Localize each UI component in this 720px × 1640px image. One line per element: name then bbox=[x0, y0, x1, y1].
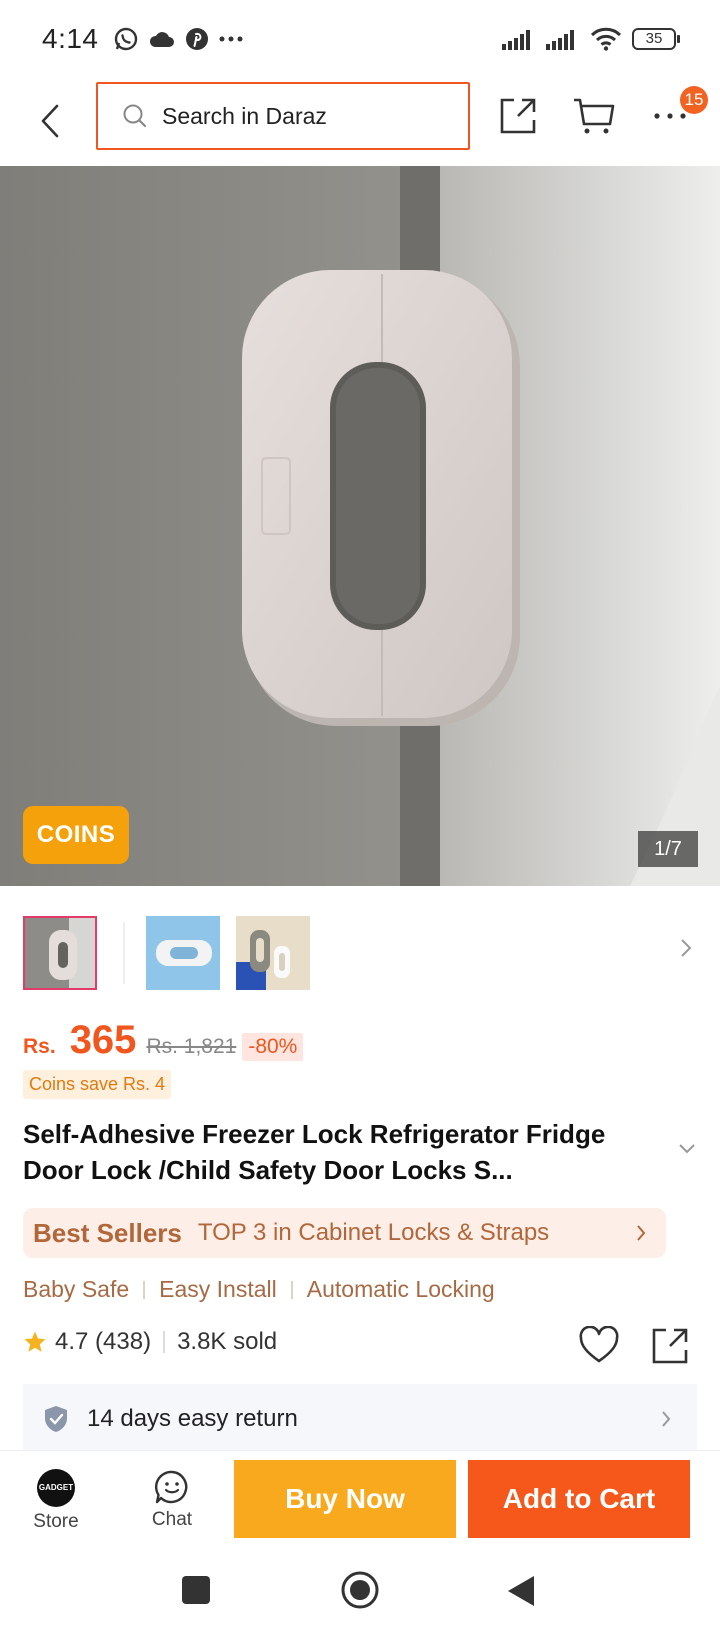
product-image-gallery[interactable]: COINS 1/7 bbox=[0, 166, 720, 886]
status-left-icons bbox=[113, 26, 243, 52]
pinterest-icon bbox=[185, 28, 208, 50]
chevron-right-icon bbox=[681, 939, 692, 957]
status-bar: 4:14 35 bbox=[0, 0, 720, 78]
store-button[interactable]: GADGET Store bbox=[16, 1469, 96, 1533]
bottom-action-bar: GADGET Store Chat Buy Now Add to Cart bbox=[0, 1450, 720, 1550]
tag-divider bbox=[143, 1280, 146, 1299]
recents-button[interactable] bbox=[180, 1574, 212, 1611]
best-sellers-rank: TOP 3 in Cabinet Locks & Straps bbox=[197, 1219, 550, 1246]
chat-button[interactable]: Chat bbox=[132, 1469, 212, 1531]
whatsapp-icon bbox=[114, 27, 137, 51]
cart-icon bbox=[574, 98, 615, 134]
thumbnail-3[interactable] bbox=[236, 916, 310, 990]
rating-divider bbox=[163, 1331, 166, 1353]
return-policy-row[interactable]: 14 days easy return bbox=[23, 1384, 697, 1454]
original-price: Rs. 1,821 bbox=[146, 1035, 237, 1058]
feature-tags: Baby Safe Easy Install Automatic Locking bbox=[23, 1276, 495, 1303]
share-icon bbox=[652, 1328, 688, 1364]
shield-check-icon bbox=[45, 1406, 67, 1432]
buy-now-button[interactable]: Buy Now bbox=[234, 1460, 456, 1538]
home-button[interactable] bbox=[340, 1570, 380, 1615]
return-policy-text: 14 days easy return bbox=[87, 1405, 298, 1432]
search-icon bbox=[123, 104, 147, 128]
more-options-button[interactable]: 15 bbox=[642, 86, 708, 144]
price-row: Rs. 365 Rs. 1,821 -80% bbox=[23, 1018, 304, 1063]
thumbnails-next-button[interactable] bbox=[680, 938, 692, 963]
image-counter: 1/7 bbox=[638, 831, 698, 867]
wishlist-button[interactable] bbox=[578, 1325, 620, 1369]
chevron-down-icon bbox=[679, 1144, 695, 1154]
triangle-back-icon bbox=[508, 1576, 534, 1606]
status-right-icons: 35 bbox=[502, 27, 680, 51]
best-sellers-banner[interactable]: Best Sellers TOP 3 in Cabinet Locks & St… bbox=[23, 1208, 666, 1258]
share-product-button[interactable] bbox=[650, 1326, 690, 1371]
status-time: 4:14 bbox=[42, 23, 99, 54]
wifi-icon bbox=[590, 27, 622, 51]
chat-label: Chat bbox=[151, 1509, 193, 1530]
product-image bbox=[0, 166, 720, 886]
more-dots-icon bbox=[654, 113, 686, 119]
chevron-right-icon bbox=[661, 1410, 671, 1433]
thumbnail-divider bbox=[123, 922, 125, 984]
more-dots-icon bbox=[219, 36, 242, 42]
chat-icon bbox=[154, 1470, 188, 1504]
home-circle-icon bbox=[341, 1571, 379, 1609]
tag-divider bbox=[290, 1280, 293, 1299]
discount-badge: -80% bbox=[242, 1033, 304, 1061]
star-icon bbox=[24, 1331, 46, 1352]
chevron-right-icon bbox=[636, 1224, 646, 1247]
feature-tag: Easy Install bbox=[159, 1276, 277, 1302]
thumbnail-strip bbox=[0, 912, 720, 992]
search-placeholder: Search in Daraz bbox=[162, 102, 327, 129]
current-price: 365 bbox=[69, 1018, 137, 1062]
heart-icon bbox=[579, 1325, 619, 1363]
search-input[interactable]: Search in Daraz bbox=[96, 82, 470, 150]
expand-title-button[interactable] bbox=[678, 1142, 696, 1160]
store-logo: GADGET bbox=[37, 1469, 75, 1507]
rating-row[interactable]: 4.7 (438) 3.8K sold bbox=[23, 1328, 277, 1356]
back-button[interactable] bbox=[30, 96, 70, 146]
rating-score: 4.7 (438) bbox=[55, 1328, 152, 1355]
thumbnail-2[interactable] bbox=[146, 916, 220, 990]
feature-tag: Automatic Locking bbox=[306, 1276, 495, 1302]
battery-icon: 35 bbox=[632, 28, 680, 50]
notification-badge: 15 bbox=[680, 86, 708, 114]
price-currency: Rs. bbox=[23, 1035, 56, 1058]
signal-icon bbox=[546, 30, 574, 50]
battery-level: 35 bbox=[632, 28, 676, 50]
coins-save-badge: Coins save Rs. 4 bbox=[23, 1070, 172, 1099]
square-icon bbox=[182, 1576, 210, 1604]
feature-tag: Baby Safe bbox=[23, 1276, 130, 1302]
add-to-cart-button[interactable]: Add to Cart bbox=[468, 1460, 690, 1538]
back-nav-button[interactable] bbox=[506, 1574, 536, 1613]
system-nav-bar bbox=[0, 1550, 720, 1640]
coins-tag: COINS bbox=[23, 806, 129, 864]
share-icon bbox=[500, 98, 536, 134]
top-header: Search in Daraz 15 bbox=[0, 78, 720, 166]
product-title: Self-Adhesive Freezer Lock Refrigerator … bbox=[23, 1119, 606, 1185]
sold-count: 3.8K sold bbox=[177, 1328, 278, 1355]
cloud-icon bbox=[149, 32, 174, 47]
store-label: Store bbox=[33, 1511, 79, 1532]
best-sellers-label: Best Sellers bbox=[33, 1217, 182, 1248]
signal-icon bbox=[502, 30, 530, 50]
cart-button[interactable] bbox=[566, 88, 622, 144]
thumbnail-1[interactable] bbox=[23, 916, 97, 990]
chevron-left-icon bbox=[41, 104, 59, 138]
share-button[interactable] bbox=[490, 88, 546, 144]
